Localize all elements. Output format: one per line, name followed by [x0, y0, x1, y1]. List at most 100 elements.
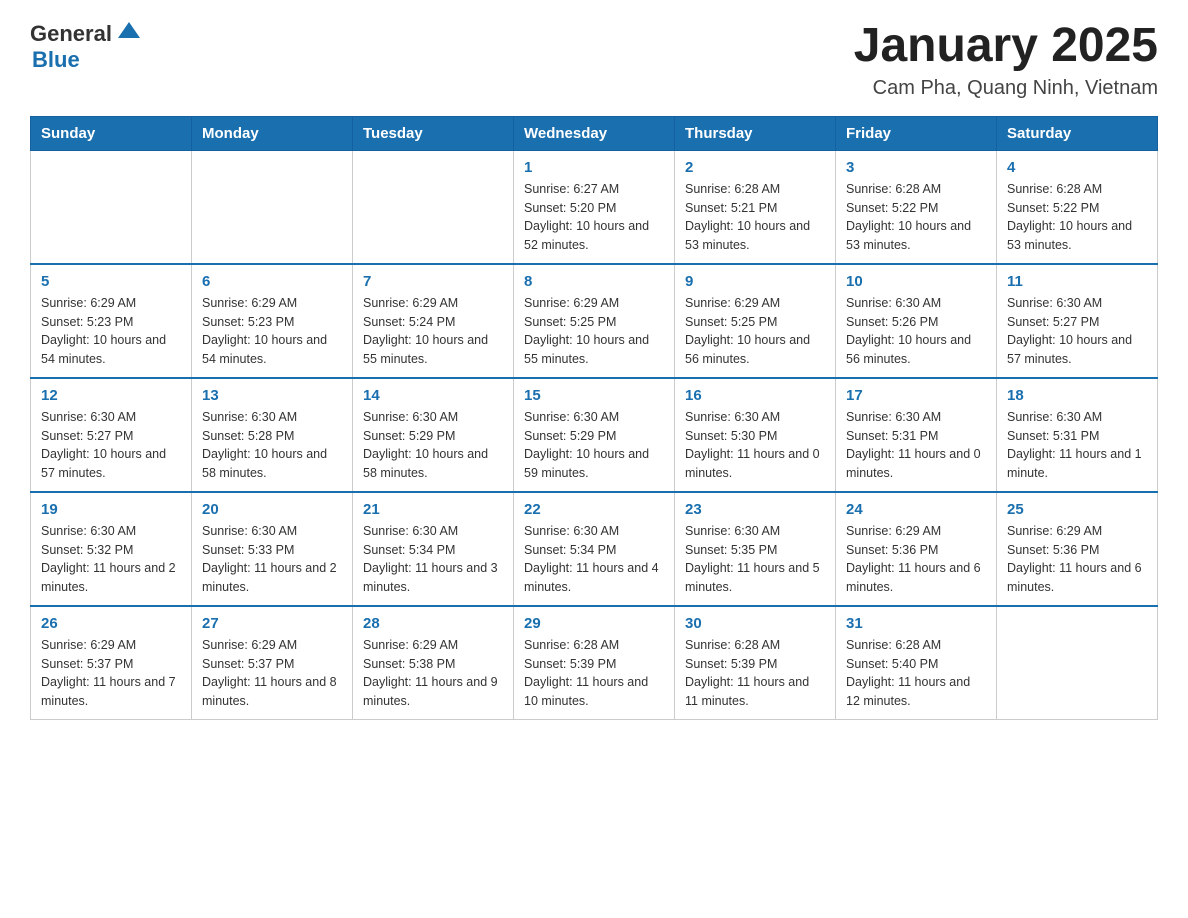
calendar-table: SundayMondayTuesdayWednesdayThursdayFrid… — [30, 116, 1158, 720]
day-info: Sunrise: 6:30 AM Sunset: 5:28 PM Dayligh… — [202, 408, 342, 483]
calendar-cell: 22 Sunrise: 6:30 AM Sunset: 5:34 PM Dayli… — [514, 492, 675, 606]
day-info: Sunrise: 6:29 AM Sunset: 5:23 PM Dayligh… — [41, 294, 181, 369]
calendar-cell: 12 Sunrise: 6:30 AM Sunset: 5:27 PM Dayli… — [31, 378, 192, 492]
day-number: 6 — [202, 273, 342, 290]
calendar-cell — [997, 606, 1158, 720]
day-number: 2 — [685, 159, 825, 176]
calendar-cell: 4 Sunrise: 6:28 AM Sunset: 5:22 PM Daylig… — [997, 150, 1158, 264]
day-of-week-header: Friday — [836, 116, 997, 150]
calendar-cell: 18Sunrise: 6:30 AM Sunset: 5:31 PM Dayli… — [997, 378, 1158, 492]
calendar-cell: 27 Sunrise: 6:29 AM Sunset: 5:37 PM Dayli… — [192, 606, 353, 720]
day-info: Sunrise: 6:30 AM Sunset: 5:31 PM Dayligh… — [846, 408, 986, 483]
logo-general-text: General — [30, 22, 112, 46]
calendar-cell: 8Sunrise: 6:29 AM Sunset: 5:25 PM Daylig… — [514, 264, 675, 378]
day-info: Sunrise: 6:30 AM Sunset: 5:27 PM Dayligh… — [1007, 294, 1147, 369]
day-number: 7 — [363, 273, 503, 290]
calendar-cell: 19Sunrise: 6:30 AM Sunset: 5:32 PM Dayli… — [31, 492, 192, 606]
calendar-week-row: 12 Sunrise: 6:30 AM Sunset: 5:27 PM Dayli… — [31, 378, 1158, 492]
day-info: Sunrise: 6:28 AM Sunset: 5:40 PM Dayligh… — [846, 636, 986, 711]
calendar-cell: 2 Sunrise: 6:28 AM Sunset: 5:21 PM Daylig… — [675, 150, 836, 264]
calendar-cell: 10 Sunrise: 6:30 AM Sunset: 5:26 PM Dayli… — [836, 264, 997, 378]
calendar-week-row: 5Sunrise: 6:29 AM Sunset: 5:23 PM Daylig… — [31, 264, 1158, 378]
calendar-cell: 24 Sunrise: 6:29 AM Sunset: 5:36 PM Dayli… — [836, 492, 997, 606]
calendar-week-row: 26Sunrise: 6:29 AM Sunset: 5:37 PM Dayli… — [31, 606, 1158, 720]
calendar-cell: 30 Sunrise: 6:28 AM Sunset: 5:39 PM Dayli… — [675, 606, 836, 720]
calendar-cell: 7 Sunrise: 6:29 AM Sunset: 5:24 PM Daylig… — [353, 264, 514, 378]
day-info: Sunrise: 6:30 AM Sunset: 5:26 PM Dayligh… — [846, 294, 986, 369]
logo-blue-text: Blue — [32, 48, 144, 72]
day-info: Sunrise: 6:30 AM Sunset: 5:27 PM Dayligh… — [41, 408, 181, 483]
day-number: 30 — [685, 615, 825, 632]
calendar-cell: 23 Sunrise: 6:30 AM Sunset: 5:35 PM Dayli… — [675, 492, 836, 606]
calendar-cell: 15 Sunrise: 6:30 AM Sunset: 5:29 PM Dayli… — [514, 378, 675, 492]
calendar-cell: 1 Sunrise: 6:27 AM Sunset: 5:20 PM Daylig… — [514, 150, 675, 264]
page-title: January 2025 — [854, 20, 1158, 73]
calendar-cell: 9 Sunrise: 6:29 AM Sunset: 5:25 PM Daylig… — [675, 264, 836, 378]
day-number: 25 — [1007, 501, 1147, 518]
day-number: 1 — [524, 159, 664, 176]
calendar-cell: 28Sunrise: 6:29 AM Sunset: 5:38 PM Dayli… — [353, 606, 514, 720]
day-number: 11 — [1007, 273, 1147, 290]
calendar-cell — [192, 150, 353, 264]
day-info: Sunrise: 6:30 AM Sunset: 5:30 PM Dayligh… — [685, 408, 825, 483]
day-number: 12 — [41, 387, 181, 404]
day-info: Sunrise: 6:29 AM Sunset: 5:24 PM Dayligh… — [363, 294, 503, 369]
day-info: Sunrise: 6:29 AM Sunset: 5:23 PM Dayligh… — [202, 294, 342, 369]
calendar-cell: 5Sunrise: 6:29 AM Sunset: 5:23 PM Daylig… — [31, 264, 192, 378]
day-number: 3 — [846, 159, 986, 176]
calendar-cell: 17 Sunrise: 6:30 AM Sunset: 5:31 PM Dayli… — [836, 378, 997, 492]
calendar-header-row: SundayMondayTuesdayWednesdayThursdayFrid… — [31, 116, 1158, 150]
page-subtitle: Cam Pha, Quang Ninh, Vietnam — [854, 77, 1158, 100]
day-number: 29 — [524, 615, 664, 632]
day-info: Sunrise: 6:27 AM Sunset: 5:20 PM Dayligh… — [524, 180, 664, 255]
day-of-week-header: Thursday — [675, 116, 836, 150]
day-info: Sunrise: 6:29 AM Sunset: 5:25 PM Dayligh… — [685, 294, 825, 369]
day-number: 14 — [363, 387, 503, 404]
day-info: Sunrise: 6:28 AM Sunset: 5:21 PM Dayligh… — [685, 180, 825, 255]
logo: General Blue — [30, 20, 144, 72]
calendar-cell: 14 Sunrise: 6:30 AM Sunset: 5:29 PM Dayli… — [353, 378, 514, 492]
day-info: Sunrise: 6:29 AM Sunset: 5:37 PM Dayligh… — [202, 636, 342, 711]
day-number: 15 — [524, 387, 664, 404]
day-info: Sunrise: 6:30 AM Sunset: 5:34 PM Dayligh… — [524, 522, 664, 597]
day-number: 22 — [524, 501, 664, 518]
calendar-cell: 29 Sunrise: 6:28 AM Sunset: 5:39 PM Dayli… — [514, 606, 675, 720]
day-info: Sunrise: 6:30 AM Sunset: 5:35 PM Dayligh… — [685, 522, 825, 597]
day-info: Sunrise: 6:30 AM Sunset: 5:29 PM Dayligh… — [363, 408, 503, 483]
day-info: Sunrise: 6:30 AM Sunset: 5:32 PM Dayligh… — [41, 522, 181, 597]
logo-icon — [114, 18, 144, 48]
day-info: Sunrise: 6:28 AM Sunset: 5:22 PM Dayligh… — [1007, 180, 1147, 255]
calendar-cell — [31, 150, 192, 264]
day-number: 24 — [846, 501, 986, 518]
calendar-cell: 16 Sunrise: 6:30 AM Sunset: 5:30 PM Dayli… — [675, 378, 836, 492]
day-number: 17 — [846, 387, 986, 404]
title-area: January 2025 Cam Pha, Quang Ninh, Vietna… — [854, 20, 1158, 100]
day-of-week-header: Saturday — [997, 116, 1158, 150]
day-info: Sunrise: 6:28 AM Sunset: 5:39 PM Dayligh… — [524, 636, 664, 711]
page-header: General Blue January 2025 Cam Pha, Quang… — [30, 20, 1158, 100]
day-info: Sunrise: 6:30 AM Sunset: 5:29 PM Dayligh… — [524, 408, 664, 483]
day-info: Sunrise: 6:29 AM Sunset: 5:36 PM Dayligh… — [846, 522, 986, 597]
calendar-week-row: 19Sunrise: 6:30 AM Sunset: 5:32 PM Dayli… — [31, 492, 1158, 606]
day-number: 16 — [685, 387, 825, 404]
calendar-cell: 21Sunrise: 6:30 AM Sunset: 5:34 PM Dayli… — [353, 492, 514, 606]
day-number: 21 — [363, 501, 503, 518]
day-of-week-header: Sunday — [31, 116, 192, 150]
calendar-cell: 11 Sunrise: 6:30 AM Sunset: 5:27 PM Dayli… — [997, 264, 1158, 378]
day-number: 27 — [202, 615, 342, 632]
calendar-week-row: 1 Sunrise: 6:27 AM Sunset: 5:20 PM Daylig… — [31, 150, 1158, 264]
day-number: 9 — [685, 273, 825, 290]
day-number: 18 — [1007, 387, 1147, 404]
day-number: 20 — [202, 501, 342, 518]
day-of-week-header: Wednesday — [514, 116, 675, 150]
day-info: Sunrise: 6:29 AM Sunset: 5:36 PM Dayligh… — [1007, 522, 1147, 597]
calendar-cell: 3 Sunrise: 6:28 AM Sunset: 5:22 PM Daylig… — [836, 150, 997, 264]
day-number: 4 — [1007, 159, 1147, 176]
day-number: 13 — [202, 387, 342, 404]
day-info: Sunrise: 6:28 AM Sunset: 5:22 PM Dayligh… — [846, 180, 986, 255]
day-info: Sunrise: 6:28 AM Sunset: 5:39 PM Dayligh… — [685, 636, 825, 711]
day-info: Sunrise: 6:29 AM Sunset: 5:37 PM Dayligh… — [41, 636, 181, 711]
day-number: 23 — [685, 501, 825, 518]
calendar-cell: 26Sunrise: 6:29 AM Sunset: 5:37 PM Dayli… — [31, 606, 192, 720]
day-number: 10 — [846, 273, 986, 290]
